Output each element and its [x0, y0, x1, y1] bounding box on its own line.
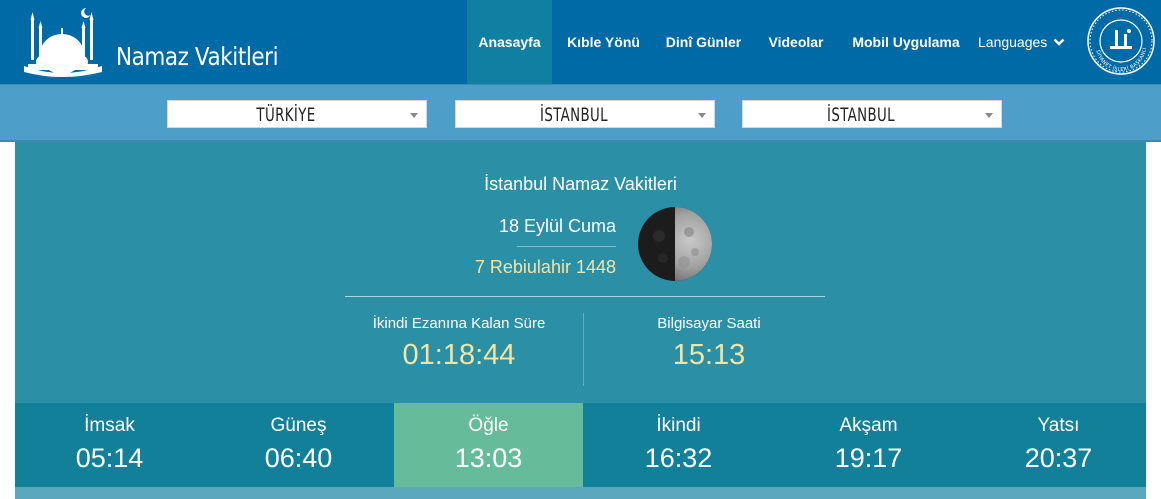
nav-videolar[interactable]: Videolar [756, 0, 836, 84]
prayer-name: İmsak [84, 415, 135, 436]
countdown-label: İkindi Ezanına Kalan Süre [372, 315, 546, 332]
date-divider [517, 246, 616, 247]
caret-down-icon [985, 113, 993, 118]
countdown-value: 01:18:44 [402, 339, 516, 371]
computer-clock-label: Bilgisayar Saati [657, 315, 761, 332]
prayer-time-yatsi: Yatsı 20:37 [964, 403, 1153, 487]
prayer-name: Akşam [839, 415, 898, 436]
prayer-time: 16:32 [644, 443, 713, 473]
prayer-time: 19:17 [834, 443, 903, 473]
prayer-time: 06:40 [264, 443, 333, 473]
hijri-date: 7 Rebiulahir 1448 [474, 257, 616, 277]
computer-clock-value: 15:13 [672, 339, 746, 371]
diyanet-seal-icon[interactable]: DİYANET İŞLERİ BAŞKANLIĞI [1086, 6, 1156, 76]
city-select-value: İSTANBUL [540, 104, 608, 126]
chevron-down-icon [1053, 38, 1065, 46]
caret-down-icon [410, 113, 418, 118]
prayer-time-ogle: Öğle 13:03 [394, 403, 583, 487]
district-select[interactable]: İSTANBUL [742, 100, 1002, 128]
prayer-time-aksam: Akşam 19:17 [774, 403, 963, 487]
languages-label: Languages [978, 34, 1048, 50]
nav-mobil-uygulama[interactable]: Mobil Uygulama [840, 0, 972, 84]
location-select-bar: TÜRKİYE İSTANBUL İSTANBUL [0, 84, 1161, 142]
nav-anasayfa[interactable]: Anasayfa [467, 0, 552, 84]
bottom-strip [15, 487, 1146, 499]
moon-phase-icon [638, 207, 712, 281]
languages-dropdown[interactable]: Languages [978, 0, 1065, 84]
prayer-name: İkindi [656, 415, 701, 436]
prayer-times-panel: İstanbul Namaz Vakitleri 18 Eylül Cuma 7… [15, 142, 1146, 499]
prayer-time-imsak: İmsak 05:14 [15, 403, 204, 487]
logo-text: Namaz Vakitleri [116, 42, 279, 71]
top-navbar: Namaz Vakitleri Anasayfa Kıble Yönü Dinî… [0, 0, 1161, 84]
nav-kible-yonu[interactable]: Kıble Yönü [556, 0, 651, 84]
prayer-name: Güneş [270, 415, 327, 436]
prayer-name: Yatsı [1037, 415, 1080, 436]
prayer-time: 05:14 [75, 443, 144, 473]
site-logo[interactable]: Namaz Vakitleri [22, 6, 282, 78]
caret-down-icon [698, 113, 706, 118]
country-select[interactable]: TÜRKİYE [167, 100, 427, 128]
vertical-divider [583, 313, 584, 386]
nav-dini-gunler[interactable]: Dinî Günler [655, 0, 752, 84]
district-select-value: İSTANBUL [827, 104, 895, 126]
mosque-icon [24, 7, 102, 77]
city-select[interactable]: İSTANBUL [455, 100, 715, 128]
gregorian-date: 18 Eylül Cuma [498, 216, 616, 236]
prayer-time: 20:37 [1024, 443, 1093, 473]
prayer-time-gunes: Güneş 06:40 [204, 403, 393, 487]
page-title: İstanbul Namaz Vakitleri [484, 174, 677, 194]
prayer-times-row: İmsak 05:14 Güneş 06:40 Öğle 13:03 İkind… [15, 403, 1146, 487]
info-divider [345, 296, 825, 297]
country-select-value: TÜRKİYE [256, 104, 316, 126]
prayer-name: Öğle [468, 415, 509, 436]
prayer-time: 13:03 [454, 443, 523, 473]
prayer-time-ikindi: İkindi 16:32 [584, 403, 773, 487]
